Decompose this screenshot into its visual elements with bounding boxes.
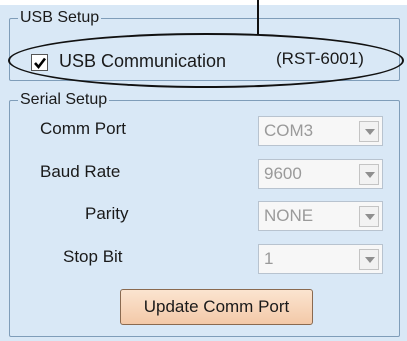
- chevron-down-icon[interactable]: [359, 164, 379, 185]
- settings-panel: USB Setup USB Communication (RST-6001) S…: [0, 5, 407, 341]
- usb-communication-checkbox[interactable]: [31, 54, 48, 71]
- baud-rate-select[interactable]: 9600: [258, 159, 383, 189]
- checkmark-icon: [34, 57, 47, 70]
- model-label: (RST-6001): [276, 49, 364, 68]
- stop-bit-label: Stop Bit: [63, 247, 123, 266]
- comm-port-select[interactable]: COM3: [258, 116, 383, 146]
- callout-pointer: [257, 0, 259, 34]
- usb-communication-label: USB Communication: [59, 51, 227, 71]
- baud-rate-value: 9600: [264, 164, 302, 183]
- stop-bit-select[interactable]: 1: [258, 244, 383, 274]
- usb-setup-title: USB Setup: [18, 9, 102, 27]
- parity-label: Parity: [85, 204, 129, 223]
- chevron-down-icon[interactable]: [359, 249, 379, 270]
- comm-port-value: COM3: [264, 121, 314, 140]
- parity-value: NONE: [264, 206, 314, 225]
- chevron-down-icon[interactable]: [359, 121, 379, 142]
- update-comm-port-button[interactable]: Update Comm Port: [120, 289, 313, 325]
- comm-port-label: Comm Port: [40, 119, 126, 138]
- baud-rate-label: Baud Rate: [40, 162, 121, 181]
- parity-select[interactable]: NONE: [258, 201, 383, 231]
- stop-bit-value: 1: [264, 249, 274, 268]
- chevron-down-icon[interactable]: [359, 206, 379, 227]
- serial-setup-title: Serial Setup: [18, 91, 110, 109]
